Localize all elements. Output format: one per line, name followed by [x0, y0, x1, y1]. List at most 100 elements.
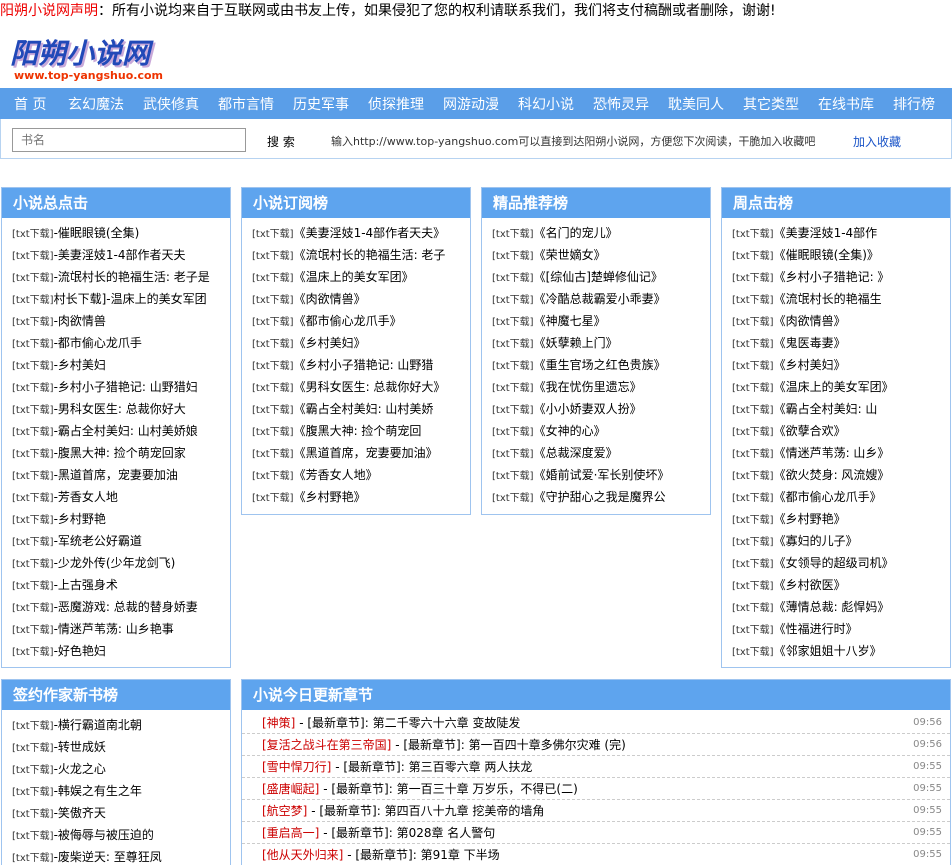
- download-tag[interactable]: [txt下载]: [492, 449, 534, 460]
- search-input[interactable]: [12, 128, 246, 152]
- list-item[interactable]: [txt下载]-笑傲齐天: [2, 802, 230, 824]
- download-tag[interactable]: [txt下载]: [12, 515, 54, 526]
- download-tag[interactable]: [txt下载]: [252, 361, 294, 372]
- download-tag[interactable]: [txt下载]: [12, 273, 54, 284]
- book-link[interactable]: -好色艳妇: [54, 644, 106, 658]
- book-link[interactable]: -乡村野艳: [54, 512, 106, 526]
- search-button[interactable]: 搜 索: [267, 133, 295, 150]
- download-tag[interactable]: [txt下载]: [12, 361, 54, 372]
- list-item[interactable]: [txt下载]《乡村小子猎艳记: 》: [722, 266, 950, 288]
- download-tag[interactable]: [txt下载]: [252, 405, 294, 416]
- download-tag[interactable]: [txt下载]: [252, 273, 294, 284]
- download-tag[interactable]: [txt下载]: [252, 229, 294, 240]
- update-row[interactable]: [复活之战斗在第三帝国] - [最新章节]: 第一百四十章多佛尔灾难 (完) 09…: [242, 734, 950, 756]
- download-tag[interactable]: [txt下载]: [12, 383, 54, 394]
- download-tag[interactable]: [txt下载]: [732, 273, 774, 284]
- book-link[interactable]: 《黑道首席，宠妻要加油》: [294, 446, 438, 460]
- download-tag[interactable]: [txt下载]: [252, 449, 294, 460]
- list-item[interactable]: [txt下载]-美妻淫妓1-4部作者天夫: [2, 244, 230, 266]
- book-link[interactable]: -男科女医生: 总裁你好大: [54, 402, 186, 416]
- book-link[interactable]: 《乡村小子猎艳记: 》: [774, 270, 890, 284]
- book-link[interactable]: 《乡村美妇》: [774, 358, 846, 372]
- list-item[interactable]: [txt下载]《肉欲情兽》: [722, 310, 950, 332]
- book-link[interactable]: -肉欲情兽: [54, 314, 106, 328]
- book-link[interactable]: 《流氓村长的艳福生活: 老子: [294, 248, 446, 262]
- book-link[interactable]: 《守护甜心之我是魔界公: [534, 490, 666, 504]
- book-link[interactable]: [神策]: [262, 716, 295, 730]
- book-link[interactable]: 《男科女医生: 总裁你好大》: [294, 380, 446, 394]
- update-row[interactable]: [神策] - [最新章节]: 第二千零六十六章 变故陡发 09:56: [242, 712, 950, 734]
- download-tag[interactable]: [txt下载]: [252, 471, 294, 482]
- list-item[interactable]: [txt下载]《欲孽合欢》: [722, 420, 950, 442]
- book-link[interactable]: 《美妻淫妓1-4部作: [774, 226, 878, 240]
- list-item[interactable]: [txt下载]《女神的心》: [482, 420, 710, 442]
- update-row[interactable]: [他从天外归来] - [最新章节]: 第91章 下半场 09:55: [242, 844, 950, 865]
- list-item[interactable]: [txt下载]-男科女医生: 总裁你好大: [2, 398, 230, 420]
- list-item[interactable]: [txt下载]《都市偷心龙爪手》: [722, 486, 950, 508]
- list-item[interactable]: [txt下载]《乡村欲医》: [722, 574, 950, 596]
- download-tag[interactable]: [txt下载]: [12, 537, 54, 548]
- book-link[interactable]: 《乡村小子猎艳记: 山野猎: [294, 358, 434, 372]
- book-link[interactable]: 《温床上的美女军团》: [774, 380, 894, 394]
- download-tag[interactable]: [txt下载]: [12, 405, 54, 416]
- download-tag[interactable]: [txt下载]: [732, 339, 774, 350]
- book-link[interactable]: 村长下载]-温床上的美女军团: [54, 292, 207, 306]
- book-link[interactable]: -军统老公好霸道: [54, 534, 142, 548]
- nav-item[interactable]: 其它类型: [743, 94, 799, 114]
- book-link[interactable]: 《流氓村长的艳福生: [774, 292, 882, 306]
- book-link[interactable]: [航空梦]: [262, 804, 307, 818]
- book-link[interactable]: -乡村美妇: [54, 358, 106, 372]
- list-item[interactable]: [txt下载]《乡村野艳》: [722, 508, 950, 530]
- book-link[interactable]: 《霸占全村美妇: 山村美娇: [294, 402, 434, 416]
- book-link[interactable]: -恶魔游戏: 总裁的替身娇妻: [54, 600, 198, 614]
- list-item[interactable]: [txt下载]《情迷芦苇荡: 山乡》: [722, 442, 950, 464]
- download-tag[interactable]: [txt下载]: [732, 317, 774, 328]
- list-item[interactable]: [txt下载]村长下载]-温床上的美女军团: [2, 288, 230, 310]
- list-item[interactable]: [txt下载]《女领导的超级司机》: [722, 552, 950, 574]
- list-item[interactable]: [txt下载]《神魔七星》: [482, 310, 710, 332]
- book-link[interactable]: -催眠眼镜(全集): [54, 226, 140, 240]
- book-link[interactable]: 《婚前试爱·军长别使坏》: [534, 468, 670, 482]
- list-item[interactable]: [txt下载]《[综仙古]楚蝉修仙记》: [482, 266, 710, 288]
- download-tag[interactable]: [txt下载]: [252, 251, 294, 262]
- list-item[interactable]: [txt下载]《邻家姐姐十八岁》: [722, 640, 950, 662]
- download-tag[interactable]: [txt下载]: [732, 493, 774, 504]
- list-item[interactable]: [txt下载]-恶魔游戏: 总裁的替身娇妻: [2, 596, 230, 618]
- book-link[interactable]: -被侮辱与被压迫的: [54, 828, 154, 842]
- download-tag[interactable]: [txt下载]: [492, 471, 534, 482]
- nav-item[interactable]: 玄幻魔法: [68, 94, 124, 114]
- book-link[interactable]: -少龙外传(少年龙剑飞): [54, 556, 176, 570]
- list-item[interactable]: [txt下载]《我在忧伤里遗忘》: [482, 376, 710, 398]
- download-tag[interactable]: [txt下载]: [12, 625, 54, 636]
- book-link[interactable]: 《乡村野艳》: [774, 512, 846, 526]
- download-tag[interactable]: [txt下载]: [12, 809, 54, 820]
- chapter-link[interactable]: 第三百零六章 两人扶龙: [409, 760, 533, 774]
- list-item[interactable]: [txt下载]《美妻淫妓1-4部作: [722, 222, 950, 244]
- book-link[interactable]: -横行霸道南北朝: [54, 718, 142, 732]
- book-link[interactable]: [他从天外归来]: [262, 848, 343, 862]
- book-link[interactable]: 《重生官场之红色贵族》: [534, 358, 666, 372]
- book-link[interactable]: [重启高一]: [262, 826, 319, 840]
- download-tag[interactable]: [txt下载]: [12, 493, 54, 504]
- list-item[interactable]: [txt下载]-乡村野艳: [2, 508, 230, 530]
- nav-item[interactable]: 耽美同人: [668, 94, 724, 114]
- download-tag[interactable]: [txt下载]: [732, 559, 774, 570]
- list-item[interactable]: [txt下载]-流氓村长的艳福生活: 老子是: [2, 266, 230, 288]
- download-tag[interactable]: [txt下载]: [732, 647, 774, 658]
- list-item[interactable]: [txt下载]《都市偷心龙爪手》: [242, 310, 470, 332]
- list-item[interactable]: [txt下载]-横行霸道南北朝: [2, 714, 230, 736]
- book-link[interactable]: 《芳香女人地》: [294, 468, 378, 482]
- book-link[interactable]: 《神魔七星》: [534, 314, 606, 328]
- book-link[interactable]: -火龙之心: [54, 762, 106, 776]
- list-item[interactable]: [txt下载]《芳香女人地》: [242, 464, 470, 486]
- book-link[interactable]: 《都市偷心龙爪手》: [294, 314, 402, 328]
- list-item[interactable]: [txt下载]《霸占全村美妇: 山村美娇: [242, 398, 470, 420]
- list-item[interactable]: [txt下载]-肉欲情兽: [2, 310, 230, 332]
- list-item[interactable]: [txt下载]-芳香女人地: [2, 486, 230, 508]
- book-link[interactable]: [复活之战斗在第三帝国]: [262, 738, 391, 752]
- book-link[interactable]: 《冷酷总裁霸爱小乖妻》: [534, 292, 666, 306]
- book-link[interactable]: -废柴逆天: 至尊狂凤: [54, 850, 162, 864]
- list-item[interactable]: [txt下载]-少龙外传(少年龙剑飞): [2, 552, 230, 574]
- list-item[interactable]: [txt下载]《名门的宠儿》: [482, 222, 710, 244]
- book-link[interactable]: 《荣世嫡女》: [534, 248, 606, 262]
